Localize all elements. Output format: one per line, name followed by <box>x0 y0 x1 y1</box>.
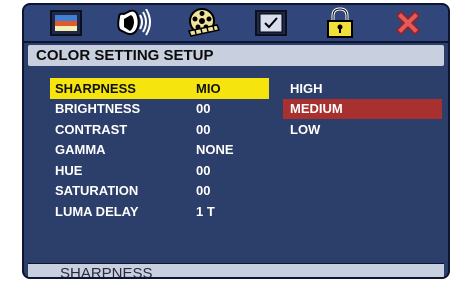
status-bar: SHARPNESS <box>28 263 444 277</box>
picture-icon <box>50 10 82 36</box>
film-reel-icon <box>187 8 220 37</box>
audio-icon <box>117 9 152 36</box>
menu-item-label: LUMA DELAY <box>55 203 139 219</box>
settings-menu: SHARPNESS MIO BRIGHTNESS 00 CONTRAST 00 … <box>50 78 269 222</box>
menu-item-brightness[interactable]: BRIGHTNESS 00 <box>50 99 269 120</box>
menu-item-value: 00 <box>196 183 211 199</box>
menu-item-label: SATURATION <box>55 183 139 199</box>
menu-item-luma-delay[interactable]: LUMA DELAY 1 T <box>50 201 269 222</box>
menu-item-value: 1 T <box>196 203 215 219</box>
menu-item-label: BRIGHTNESS <box>55 101 141 117</box>
video-tab[interactable] <box>181 6 225 40</box>
audio-tab[interactable] <box>112 6 156 40</box>
menu-item-label: HUE <box>55 162 83 178</box>
close-icon <box>395 10 421 36</box>
picture-tab[interactable] <box>44 6 88 40</box>
menu-item-sharpness[interactable]: SHARPNESS MIO <box>50 78 269 99</box>
preference-tab[interactable] <box>249 6 293 40</box>
sharpness-options: HIGH MEDIUM LOW <box>283 78 442 140</box>
menu-item-label: SHARPNESS <box>55 80 136 96</box>
menu-item-contrast[interactable]: CONTRAST 00 <box>50 119 269 140</box>
menu-item-saturation[interactable]: SATURATION 00 <box>50 181 269 202</box>
menu-item-hue[interactable]: HUE 00 <box>50 160 269 181</box>
menu-item-value: MIO <box>196 80 221 96</box>
checkmark-screen-icon <box>255 10 288 36</box>
osd-panel: COLOR SETTING SETUP SHARPNESS MIO BRIGHT… <box>22 3 450 279</box>
exit-tab[interactable] <box>386 6 430 40</box>
icon-tab-bar <box>24 5 448 43</box>
menu-item-value: 00 <box>196 162 211 178</box>
menu-item-value: NONE <box>196 142 234 158</box>
menu-item-label: GAMMA <box>55 142 106 158</box>
option-medium[interactable]: MEDIUM <box>283 98 442 119</box>
option-low[interactable]: LOW <box>283 119 442 140</box>
menu-item-label: CONTRAST <box>55 121 128 137</box>
menu-item-gamma[interactable]: GAMMA NONE <box>50 140 269 161</box>
option-high[interactable]: HIGH <box>283 78 442 99</box>
lock-tab[interactable] <box>318 6 362 40</box>
lock-icon <box>326 7 353 38</box>
menu-item-value: 00 <box>196 121 211 137</box>
menu-item-value: 00 <box>196 101 211 117</box>
setup-title: COLOR SETTING SETUP <box>28 45 444 66</box>
